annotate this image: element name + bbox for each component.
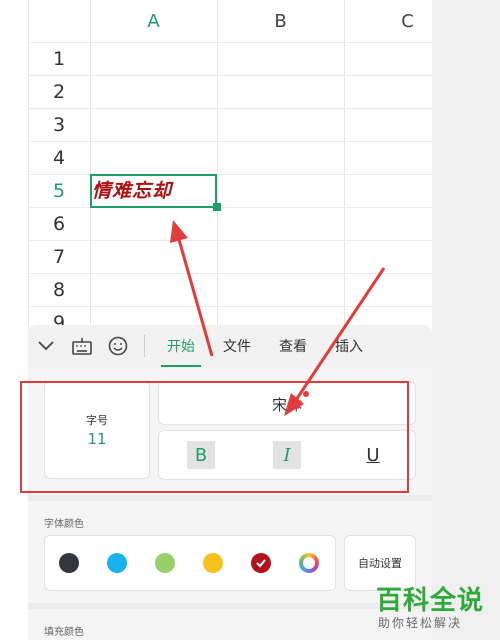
toolbar-divider: [144, 335, 145, 357]
color-swatch-green[interactable]: [155, 553, 175, 573]
tab-view[interactable]: 查看: [265, 325, 321, 367]
fill-color-label: 填充颜色: [44, 627, 84, 638]
color-swatch-dark-red[interactable]: [251, 553, 271, 573]
watermark: 百科全说 助你轻松解决: [368, 578, 498, 638]
selected-cell-border: [90, 174, 217, 208]
row-header-1[interactable]: 1: [28, 42, 90, 75]
smiley-icon[interactable]: [100, 325, 136, 367]
color-wheel-icon[interactable]: [299, 553, 319, 573]
keyboard-icon[interactable]: [64, 325, 100, 367]
bottom-toolbar: 开始 文件 查看 插入: [28, 325, 432, 367]
row-header-7[interactable]: 7: [28, 240, 90, 273]
column-header-a[interactable]: A: [90, 0, 217, 42]
color-swatch-dark-gray[interactable]: [59, 553, 79, 573]
spreadsheet-grid[interactable]: A B C 1 2 3 4 5 6 7 8 9 情难忘却: [0, 0, 432, 330]
right-background-strip: [432, 0, 500, 640]
row-header-2[interactable]: 2: [28, 75, 90, 108]
column-header-b[interactable]: B: [217, 0, 344, 42]
panel-separator: [28, 495, 432, 501]
column-header-c[interactable]: C: [344, 0, 432, 42]
color-swatch-yellow[interactable]: [203, 553, 223, 573]
row-header-5[interactable]: 5: [28, 174, 90, 207]
grid-line: [344, 0, 345, 330]
font-color-label: 字体颜色: [44, 519, 84, 530]
grid-line: [217, 0, 218, 330]
color-swatch-blue[interactable]: [107, 553, 127, 573]
chevron-down-icon[interactable]: [28, 325, 64, 367]
row-header-6[interactable]: 6: [28, 207, 90, 240]
watermark-subtitle: 助你轻松解决: [378, 616, 463, 630]
row-header-3[interactable]: 3: [28, 108, 90, 141]
grid-line: [90, 0, 91, 330]
row-header-8[interactable]: 8: [28, 273, 90, 306]
row-header-4[interactable]: 4: [28, 141, 90, 174]
tab-file[interactable]: 文件: [209, 325, 265, 367]
checkmark-icon: [256, 559, 266, 568]
fill-handle[interactable]: [213, 203, 221, 211]
tab-start[interactable]: 开始: [153, 325, 209, 367]
tab-insert[interactable]: 插入: [321, 325, 377, 367]
font-color-palette: [44, 535, 336, 591]
annotation-highlight-box: [20, 381, 409, 493]
watermark-title: 百科全说: [376, 586, 485, 616]
